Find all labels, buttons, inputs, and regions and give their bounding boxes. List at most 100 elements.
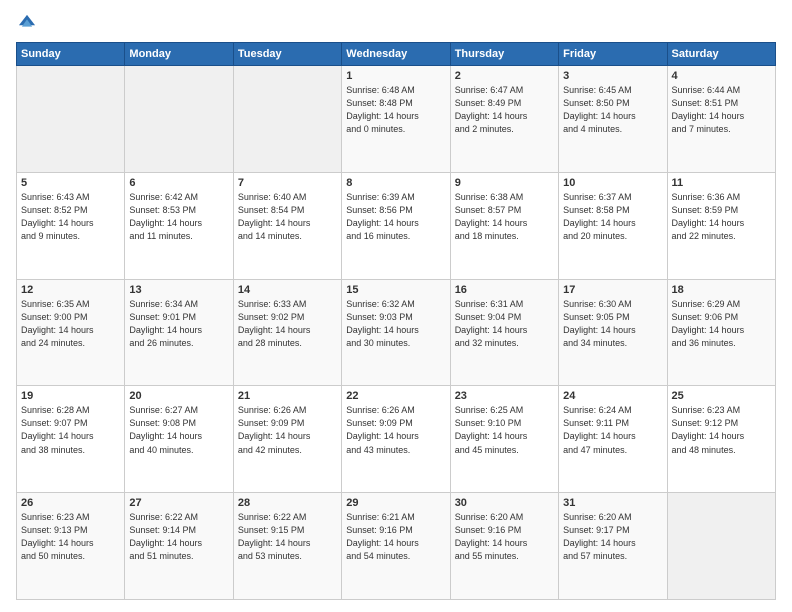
day-info: Sunrise: 6:45 AMSunset: 8:50 PMDaylight:… [563, 84, 662, 136]
daylight-hours: Daylight: 14 hours [346, 430, 445, 443]
day-number: 3 [563, 70, 662, 82]
daylight-hours: Daylight: 14 hours [238, 430, 337, 443]
day-info: Sunrise: 6:34 AMSunset: 9:01 PMDaylight:… [129, 298, 228, 350]
sunset-text: Sunset: 8:54 PM [238, 204, 337, 217]
day-number: 4 [672, 70, 771, 82]
sunrise-text: Sunrise: 6:27 AM [129, 404, 228, 417]
sunrise-text: Sunrise: 6:32 AM [346, 298, 445, 311]
logo [16, 12, 42, 34]
day-number: 20 [129, 390, 228, 402]
day-cell: 22Sunrise: 6:26 AMSunset: 9:09 PMDayligh… [342, 386, 450, 493]
day-info: Sunrise: 6:40 AMSunset: 8:54 PMDaylight:… [238, 191, 337, 243]
day-info: Sunrise: 6:44 AMSunset: 8:51 PMDaylight:… [672, 84, 771, 136]
sunset-text: Sunset: 9:12 PM [672, 417, 771, 430]
sunset-text: Sunset: 9:06 PM [672, 311, 771, 324]
sunrise-text: Sunrise: 6:39 AM [346, 191, 445, 204]
daylight-minutes: and 28 minutes. [238, 337, 337, 350]
daylight-minutes: and 4 minutes. [563, 123, 662, 136]
week-row-4: 19Sunrise: 6:28 AMSunset: 9:07 PMDayligh… [17, 386, 776, 493]
calendar-header: SundayMondayTuesdayWednesdayThursdayFrid… [17, 43, 776, 66]
day-cell: 5Sunrise: 6:43 AMSunset: 8:52 PMDaylight… [17, 172, 125, 279]
day-number: 25 [672, 390, 771, 402]
sunrise-text: Sunrise: 6:34 AM [129, 298, 228, 311]
daylight-hours: Daylight: 14 hours [238, 537, 337, 550]
col-header-tuesday: Tuesday [233, 43, 341, 66]
daylight-minutes: and 11 minutes. [129, 230, 228, 243]
day-info: Sunrise: 6:32 AMSunset: 9:03 PMDaylight:… [346, 298, 445, 350]
day-number: 9 [455, 177, 554, 189]
sunrise-text: Sunrise: 6:37 AM [563, 191, 662, 204]
daylight-hours: Daylight: 14 hours [455, 324, 554, 337]
daylight-minutes: and 0 minutes. [346, 123, 445, 136]
day-info: Sunrise: 6:20 AMSunset: 9:16 PMDaylight:… [455, 511, 554, 563]
day-info: Sunrise: 6:24 AMSunset: 9:11 PMDaylight:… [563, 404, 662, 456]
day-cell: 16Sunrise: 6:31 AMSunset: 9:04 PMDayligh… [450, 279, 558, 386]
day-info: Sunrise: 6:30 AMSunset: 9:05 PMDaylight:… [563, 298, 662, 350]
day-number: 14 [238, 284, 337, 296]
day-info: Sunrise: 6:23 AMSunset: 9:12 PMDaylight:… [672, 404, 771, 456]
sunset-text: Sunset: 8:51 PM [672, 97, 771, 110]
daylight-minutes: and 20 minutes. [563, 230, 662, 243]
sunset-text: Sunset: 8:48 PM [346, 97, 445, 110]
daylight-hours: Daylight: 14 hours [563, 324, 662, 337]
sunset-text: Sunset: 8:52 PM [21, 204, 120, 217]
day-cell: 14Sunrise: 6:33 AMSunset: 9:02 PMDayligh… [233, 279, 341, 386]
sunset-text: Sunset: 8:50 PM [563, 97, 662, 110]
sunrise-text: Sunrise: 6:22 AM [129, 511, 228, 524]
col-header-friday: Friday [559, 43, 667, 66]
day-info: Sunrise: 6:38 AMSunset: 8:57 PMDaylight:… [455, 191, 554, 243]
sunrise-text: Sunrise: 6:25 AM [455, 404, 554, 417]
daylight-minutes: and 30 minutes. [346, 337, 445, 350]
daylight-hours: Daylight: 14 hours [238, 324, 337, 337]
day-number: 7 [238, 177, 337, 189]
daylight-minutes: and 42 minutes. [238, 444, 337, 457]
day-cell: 6Sunrise: 6:42 AMSunset: 8:53 PMDaylight… [125, 172, 233, 279]
week-row-3: 12Sunrise: 6:35 AMSunset: 9:00 PMDayligh… [17, 279, 776, 386]
sunset-text: Sunset: 9:04 PM [455, 311, 554, 324]
day-number: 30 [455, 497, 554, 509]
sunrise-text: Sunrise: 6:48 AM [346, 84, 445, 97]
sunrise-text: Sunrise: 6:23 AM [21, 511, 120, 524]
sunset-text: Sunset: 8:59 PM [672, 204, 771, 217]
sunrise-text: Sunrise: 6:24 AM [563, 404, 662, 417]
day-cell: 31Sunrise: 6:20 AMSunset: 9:17 PMDayligh… [559, 493, 667, 600]
day-cell [17, 66, 125, 173]
daylight-minutes: and 2 minutes. [455, 123, 554, 136]
sunset-text: Sunset: 8:56 PM [346, 204, 445, 217]
sunset-text: Sunset: 9:10 PM [455, 417, 554, 430]
day-cell [125, 66, 233, 173]
sunset-text: Sunset: 9:16 PM [455, 524, 554, 537]
day-number: 5 [21, 177, 120, 189]
day-info: Sunrise: 6:26 AMSunset: 9:09 PMDaylight:… [346, 404, 445, 456]
daylight-minutes: and 45 minutes. [455, 444, 554, 457]
day-cell: 2Sunrise: 6:47 AMSunset: 8:49 PMDaylight… [450, 66, 558, 173]
day-cell: 24Sunrise: 6:24 AMSunset: 9:11 PMDayligh… [559, 386, 667, 493]
day-number: 10 [563, 177, 662, 189]
day-cell: 28Sunrise: 6:22 AMSunset: 9:15 PMDayligh… [233, 493, 341, 600]
daylight-hours: Daylight: 14 hours [563, 110, 662, 123]
day-cell: 8Sunrise: 6:39 AMSunset: 8:56 PMDaylight… [342, 172, 450, 279]
daylight-hours: Daylight: 14 hours [21, 217, 120, 230]
day-cell: 15Sunrise: 6:32 AMSunset: 9:03 PMDayligh… [342, 279, 450, 386]
day-info: Sunrise: 6:27 AMSunset: 9:08 PMDaylight:… [129, 404, 228, 456]
day-cell: 23Sunrise: 6:25 AMSunset: 9:10 PMDayligh… [450, 386, 558, 493]
sunset-text: Sunset: 9:15 PM [238, 524, 337, 537]
daylight-hours: Daylight: 14 hours [672, 110, 771, 123]
day-info: Sunrise: 6:22 AMSunset: 9:14 PMDaylight:… [129, 511, 228, 563]
day-cell: 29Sunrise: 6:21 AMSunset: 9:16 PMDayligh… [342, 493, 450, 600]
day-cell: 21Sunrise: 6:26 AMSunset: 9:09 PMDayligh… [233, 386, 341, 493]
day-number: 28 [238, 497, 337, 509]
daylight-hours: Daylight: 14 hours [346, 217, 445, 230]
daylight-minutes: and 34 minutes. [563, 337, 662, 350]
sunset-text: Sunset: 9:13 PM [21, 524, 120, 537]
day-cell: 19Sunrise: 6:28 AMSunset: 9:07 PMDayligh… [17, 386, 125, 493]
daylight-minutes: and 24 minutes. [21, 337, 120, 350]
sunrise-text: Sunrise: 6:47 AM [455, 84, 554, 97]
sunset-text: Sunset: 8:49 PM [455, 97, 554, 110]
calendar-table: SundayMondayTuesdayWednesdayThursdayFrid… [16, 42, 776, 600]
daylight-hours: Daylight: 14 hours [672, 217, 771, 230]
sunrise-text: Sunrise: 6:29 AM [672, 298, 771, 311]
sunset-text: Sunset: 9:00 PM [21, 311, 120, 324]
sunset-text: Sunset: 9:08 PM [129, 417, 228, 430]
day-number: 2 [455, 70, 554, 82]
